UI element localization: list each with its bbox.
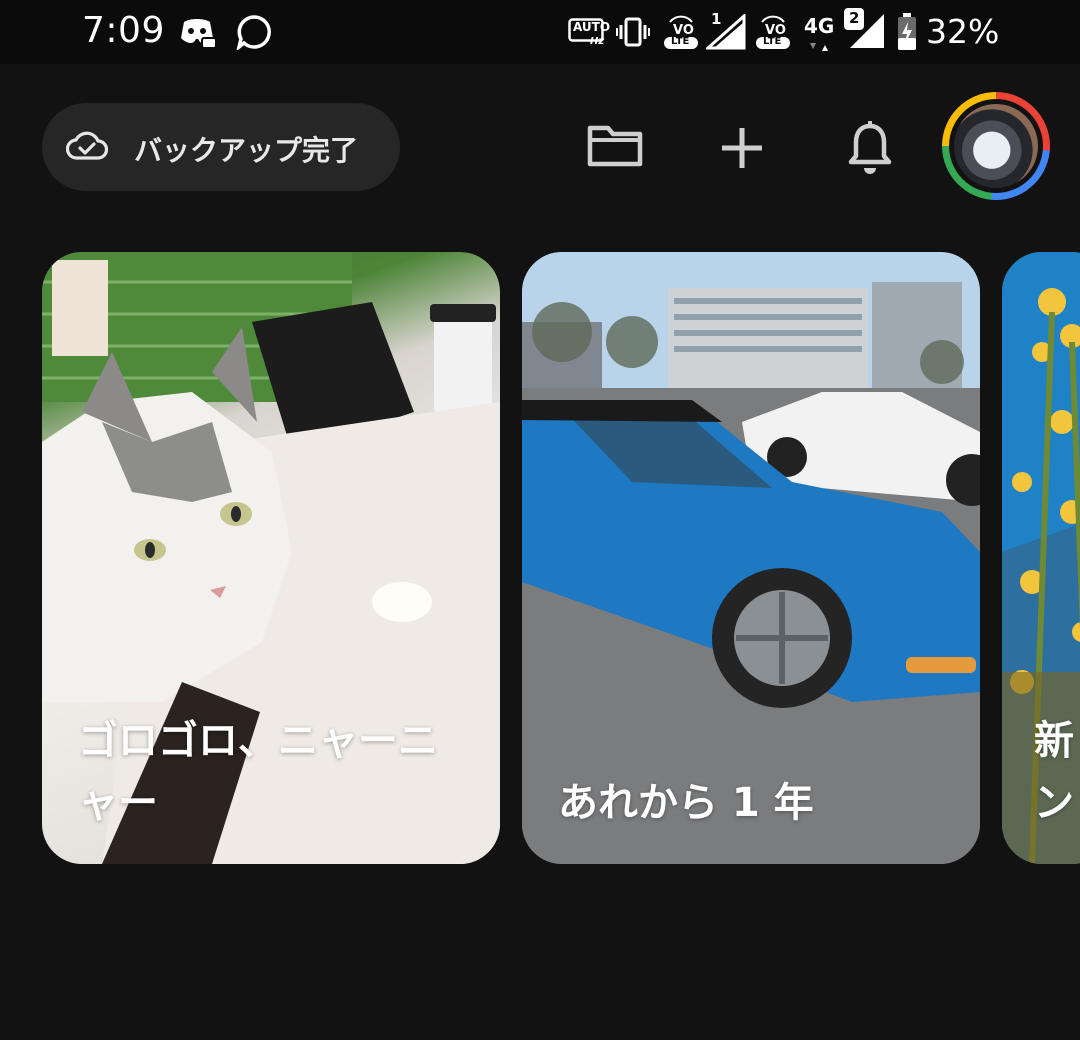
- add-icon: [722, 128, 762, 168]
- top-app-bar: バックアップ完了: [0, 64, 1080, 244]
- account-avatar-button[interactable]: [942, 92, 1050, 200]
- notifications-button[interactable]: [846, 120, 894, 180]
- memory-card-1[interactable]: ゴロゴロ、ニャーニャー: [42, 252, 500, 864]
- signal-sim1-icon: [704, 12, 746, 54]
- notifications-icon: [848, 121, 892, 174]
- discord-icon: [178, 16, 217, 54]
- create-button[interactable]: [718, 124, 766, 176]
- memory-title: ゴロゴロ、ニャーニャー: [78, 718, 438, 826]
- signal-sim2-icon: [846, 12, 886, 54]
- backup-status-chip[interactable]: バックアップ完了: [42, 103, 400, 191]
- status-bar: 7:09 AUTO Hz VO LTE 1 VO LTE 4G 2 32%: [0, 0, 1080, 64]
- volte-icon: VO: [662, 12, 700, 54]
- memory-card-2[interactable]: あれから 1 年: [522, 252, 980, 864]
- volte-label-2: LTE: [763, 36, 782, 47]
- backup-status-label: バックアップ完了: [134, 134, 359, 167]
- avatar-photo: [954, 104, 1038, 188]
- network-type-label: 4G: [804, 14, 835, 38]
- volte-label-1: LTE: [671, 36, 690, 47]
- volte-icon-2: VO: [754, 12, 792, 54]
- battery-charging-icon: [896, 12, 918, 56]
- memory-title: 新ン: [1034, 718, 1074, 826]
- hz-label: Hz: [590, 36, 605, 47]
- folder-icon: [587, 125, 643, 167]
- memory-card-3[interactable]: 新ン: [1002, 252, 1080, 864]
- vibrate-icon: [616, 16, 650, 52]
- battery-percent: 32%: [926, 12, 1000, 51]
- cloud-done-icon: [65, 129, 109, 165]
- clock: 7:09: [82, 10, 165, 51]
- memory-title: あれから 1 年: [558, 780, 814, 826]
- auto-label: AUTO: [573, 20, 611, 34]
- chat-bubble-icon: [236, 14, 272, 54]
- data-activity-icon: [808, 38, 832, 57]
- library-folder-button[interactable]: [586, 122, 644, 172]
